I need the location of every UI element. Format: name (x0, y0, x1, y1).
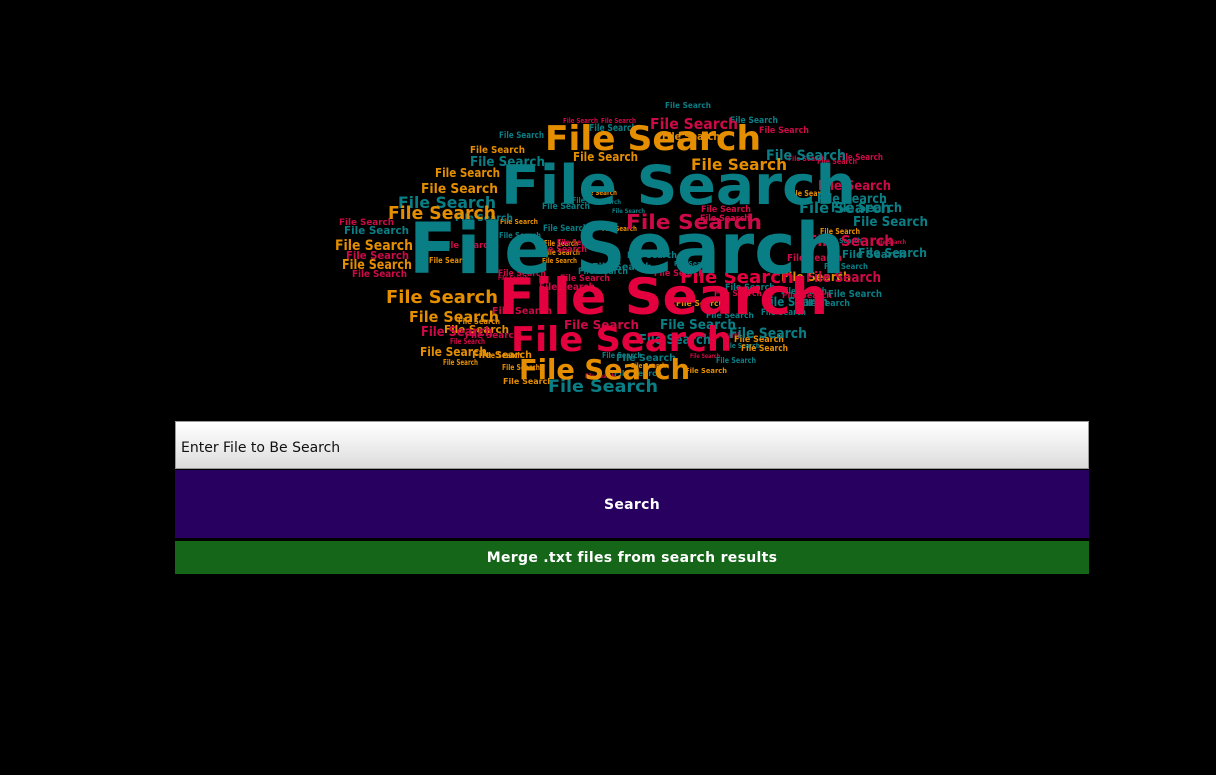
file-search-wordcloud-logo: File Search File Search File Search File Se… (320, 98, 944, 404)
wordcloud-word: File Search (342, 258, 412, 273)
file-search-input[interactable] (175, 421, 1089, 469)
wordcloud-word: File Search (335, 238, 413, 254)
wordcloud-word: File Search (729, 326, 807, 342)
wordcloud-word: File Search (759, 126, 809, 136)
wordcloud-word: File Search (853, 215, 928, 230)
wordcloud-word: File Search (409, 208, 845, 290)
wordcloud-graphic: File SearchFile SearchFile SearchFile Se… (335, 101, 928, 397)
app-window: File Search File Search File Search File Se… (0, 0, 1216, 775)
wordcloud-word: File Search (741, 344, 788, 354)
wordcloud-word: File Search (499, 131, 544, 141)
wordcloud-word: File Search (344, 224, 409, 237)
wordcloud-word: File Search (409, 308, 499, 326)
wordcloud-word: File Search (685, 367, 727, 375)
wordcloud-word: File Search (511, 320, 732, 360)
wordcloud-word: File Search (421, 325, 493, 340)
wordcloud-word: File Search (420, 345, 487, 359)
wordcloud-word: File Search (386, 287, 498, 308)
merge-txt-files-button[interactable]: Merge .txt files from search results (175, 541, 1089, 574)
wordcloud-word: File Search (665, 101, 711, 110)
wordcloud-word: File Search (828, 289, 882, 300)
search-button[interactable]: Search (175, 470, 1089, 538)
wordcloud-word: File Search (545, 119, 761, 159)
